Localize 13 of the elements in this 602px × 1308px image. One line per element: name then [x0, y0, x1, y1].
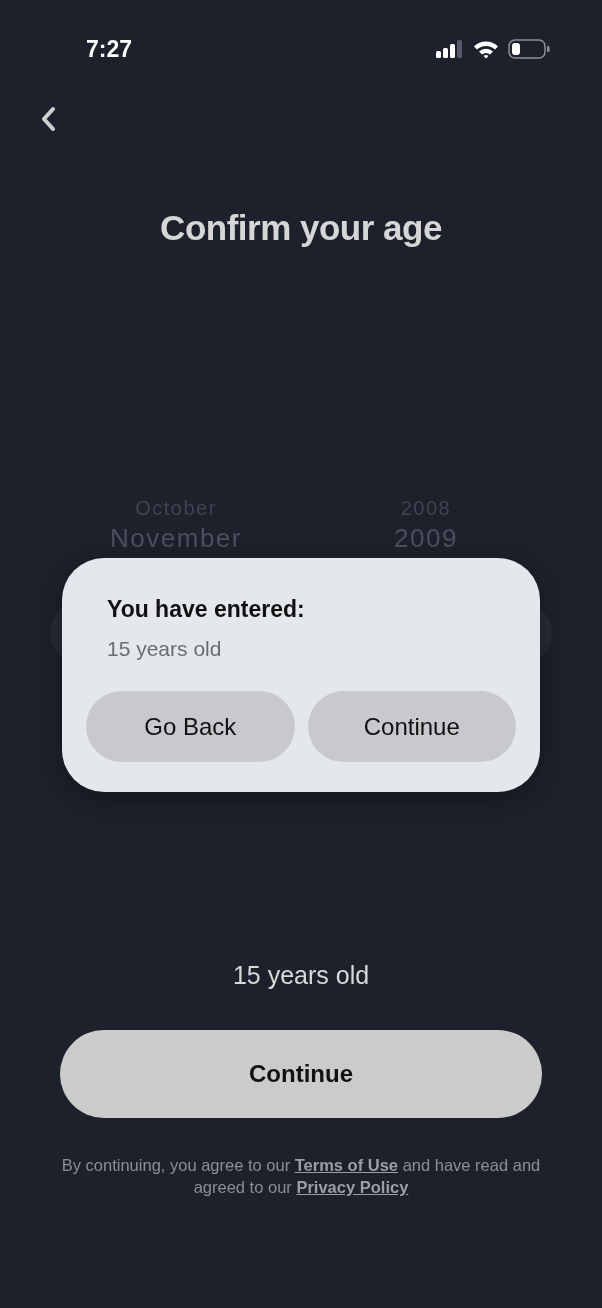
- signal-icon: [436, 40, 464, 58]
- back-icon[interactable]: [39, 106, 57, 132]
- battery-icon: [508, 39, 550, 59]
- go-back-button[interactable]: Go Back: [86, 691, 295, 762]
- age-display: 15 years old: [231, 961, 371, 990]
- dialog-title: You have entered:: [106, 596, 306, 623]
- dialog-message: 15 years old: [106, 637, 223, 661]
- page-title: Confirm your age: [159, 208, 443, 248]
- continue-button[interactable]: Continue: [60, 1030, 542, 1118]
- dialog-continue-button[interactable]: Continue: [307, 691, 516, 762]
- wifi-icon: [473, 39, 499, 59]
- terms-notice: By continuing, you agree to our Terms of Use and have read and agreed to our Privacy Policy: [60, 1155, 542, 1198]
- status-time: 7:27: [86, 35, 133, 63]
